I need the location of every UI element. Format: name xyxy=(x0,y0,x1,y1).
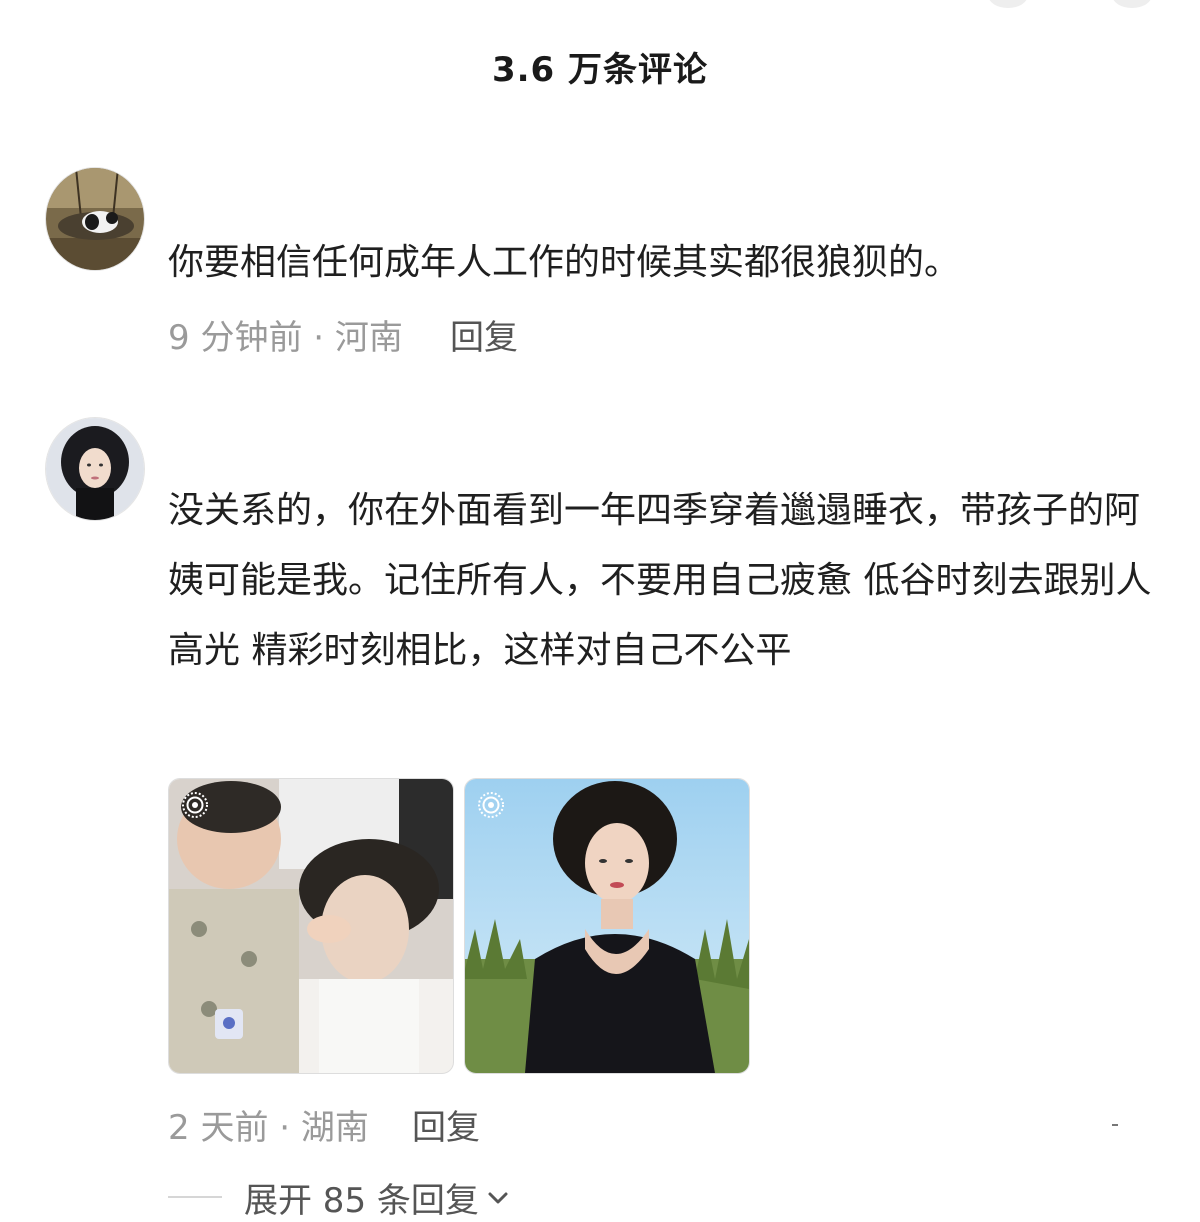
comment-meta: 2 天前 · 湖南 xyxy=(168,1108,369,1148)
live-photo-icon xyxy=(478,792,504,818)
avatar[interactable] xyxy=(46,168,144,270)
expand-replies-button[interactable]: 展开 85 条回复 xyxy=(244,1173,509,1222)
comment-meta: 9 分钟前 · 河南 xyxy=(168,318,403,358)
chevron-down-icon xyxy=(488,1192,508,1203)
avatar-image xyxy=(46,168,144,270)
comment-photo[interactable] xyxy=(464,778,750,1074)
comment-photo[interactable] xyxy=(168,778,454,1074)
comments-count-title: 3.6 万条评论 xyxy=(491,50,709,90)
comment-text: 没关系的，你在外面看到一年四季穿着邋遢睡衣，带孩子的阿姨可能是我。记住所有人，不… xyxy=(168,490,1152,671)
top-corner-button-2[interactable] xyxy=(1112,0,1152,8)
live-photo-icon xyxy=(182,792,208,818)
top-corner-button[interactable] xyxy=(988,0,1028,8)
reply-button[interactable]: 回复 xyxy=(412,1100,480,1149)
photo-mother-child xyxy=(169,779,453,1073)
reply-button[interactable]: 回复 xyxy=(450,310,518,359)
expand-replies-label: 展开 85 条回复 xyxy=(244,1181,479,1221)
photo-woman-field xyxy=(465,779,749,1073)
comment-text: 你要相信任何成年人工作的时候其实都很狼狈的。 xyxy=(168,242,961,283)
expand-divider xyxy=(168,1196,222,1198)
avatar-image xyxy=(46,418,144,520)
avatar[interactable] xyxy=(46,418,144,520)
divider-mark xyxy=(1112,1124,1118,1126)
